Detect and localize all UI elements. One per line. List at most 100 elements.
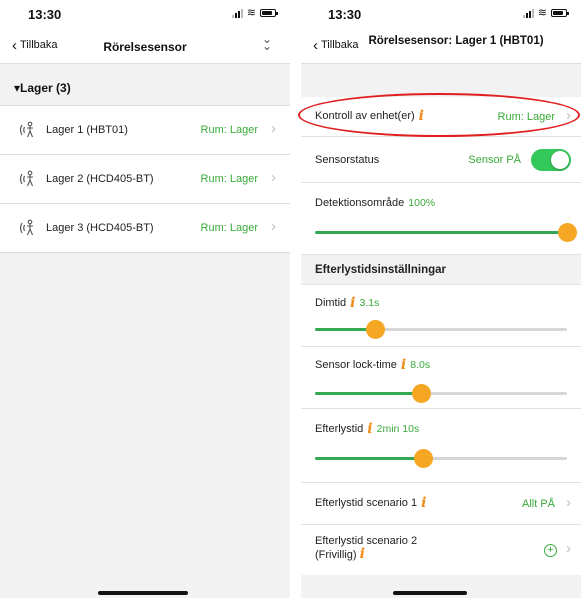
dimtid-text: Dimtid [315, 297, 347, 309]
slider-thumb[interactable] [558, 223, 577, 242]
info-icon[interactable]: i [367, 422, 372, 436]
info-icon[interactable]: i [419, 109, 424, 123]
dimtid-label: Dimtid i 3.1s [315, 296, 380, 310]
battery-icon [551, 9, 569, 17]
status-bar: 13:30 ≋ [0, 0, 290, 28]
signal-icon [522, 8, 534, 18]
page-title: Rörelsesensor [103, 40, 187, 54]
scenario2-row[interactable]: Efterlystid scenario 2 (Frivillig) i + › [301, 525, 581, 575]
scenario1-text: Efterlystid scenario 1 [315, 497, 418, 509]
scenario1-label: Efterlystid scenario 1 i [315, 496, 426, 510]
sensor-status-row: Sensorstatus Sensor PÅ [301, 137, 581, 183]
slider-fill [315, 392, 421, 395]
home-indicator[interactable] [393, 591, 467, 595]
device-room: Rum: Lager [200, 173, 258, 185]
dimtid-row: Dimtid i 3.1s [301, 285, 581, 347]
back-button[interactable]: ‹ Tillbaka [313, 36, 359, 54]
signal-icon [231, 8, 243, 18]
lock-time-slider[interactable] [315, 384, 567, 403]
slider-thumb[interactable] [414, 449, 434, 468]
device-list: Lager 1 (HBT01) Rum: Lager › Lager 2 (HC… [0, 106, 290, 253]
home-indicator[interactable] [98, 591, 188, 595]
status-bar: 13:30 ≋ [301, 0, 581, 28]
list-item[interactable]: Lager 2 (HCD405-BT) Rum: Lager › [0, 155, 290, 204]
dimtid-slider[interactable] [315, 320, 567, 339]
wifi-icon: ≋ [537, 7, 547, 19]
control-devices-text: Kontroll av enhet(er) [315, 110, 415, 122]
settings-list: Kontroll av enhet(er) i Rum: Lager › Sen… [301, 97, 581, 255]
afterglow-slider[interactable] [315, 449, 567, 468]
info-icon[interactable]: i [360, 546, 365, 562]
clock: 13:30 [328, 7, 362, 22]
device-room: Rum: Lager [200, 124, 258, 136]
system-icons: ≋ [231, 7, 278, 19]
chevron-right-icon: › [271, 218, 276, 235]
list-item[interactable]: Lager 3 (HCD405-BT) Rum: Lager › [0, 204, 290, 253]
slider-fill [315, 457, 424, 460]
afterglow-label: Efterlystid i 2min 10s [315, 422, 420, 436]
battery-icon [260, 9, 278, 17]
afterglow-text: Efterlystid [315, 423, 364, 435]
chevron-right-icon: › [566, 494, 571, 511]
sensor-status-value: Sensor PÅ [468, 154, 521, 166]
chevron-right-icon: › [271, 169, 276, 186]
chevron-right-icon: › [566, 540, 571, 557]
lock-time-row: Sensor lock-time i 8.0s [301, 347, 581, 409]
scenario2-label: Efterlystid scenario 2 (Frivillig) i [315, 535, 417, 562]
control-devices-value: Rum: Lager [497, 111, 555, 123]
slider-fill [315, 231, 567, 234]
chevron-right-icon: › [271, 120, 276, 137]
detection-range-label: Detektionsområde 100% [315, 197, 435, 209]
detection-range-row: Detektionsområde 100% [301, 183, 581, 255]
info-icon[interactable]: i [350, 296, 355, 310]
system-icons: ≋ [522, 7, 569, 19]
section-header: Efterlystidsinställningar [301, 255, 581, 285]
sensor-status-toggle[interactable] [531, 149, 571, 171]
collapse-all-icon[interactable]: ⌄ ⌄ [262, 33, 272, 52]
device-name: Lager 3 (HCD405-BT) [46, 222, 154, 234]
nav-bar: ‹ Tillbaka Rörelsesensor: Lager 1 (HBT01… [301, 28, 581, 64]
scenario2-text-line2: (Frivillig) [315, 549, 357, 561]
detection-range-text: Detektionsområde [315, 197, 405, 209]
info-icon[interactable]: i [401, 358, 406, 372]
scenario2-text-line1: Efterlystid scenario 2 [315, 535, 418, 547]
info-icon[interactable]: i [421, 496, 426, 510]
chevron-right-icon: › [566, 107, 571, 124]
sensor-status-label: Sensorstatus [315, 154, 380, 166]
section-title: Efterlystidsinställningar [315, 264, 447, 276]
control-devices-row[interactable]: Kontroll av enhet(er) i Rum: Lager › [301, 97, 581, 137]
afterglow-row: Efterlystid i 2min 10s [301, 409, 581, 483]
chevron-left-icon: ‹ [313, 36, 318, 54]
clock: 13:30 [28, 7, 62, 22]
add-circle-icon[interactable]: + [544, 544, 557, 557]
motion-sensor-icon [19, 170, 34, 187]
scenario1-value: Allt PÅ [521, 498, 555, 510]
detection-range-value: 100% [408, 197, 436, 209]
group-label: ▾Lager (3) [14, 81, 71, 95]
motion-sensor-icon [19, 219, 34, 236]
device-list-screen: 13:30 ≋ ‹ Tillbaka Rörelsesensor ⌄ ⌄ ▾Lag… [0, 0, 290, 598]
nav-bar: ‹ Tillbaka Rörelsesensor ⌄ ⌄ [0, 28, 290, 64]
device-name: Lager 2 (HCD405-BT) [46, 173, 154, 185]
wifi-icon: ≋ [246, 7, 256, 19]
slider-thumb[interactable] [411, 384, 431, 403]
detection-range-slider[interactable] [315, 223, 577, 242]
device-name: Lager 1 (HBT01) [46, 124, 128, 136]
back-label: Tillbaka [321, 39, 359, 51]
list-item[interactable]: Lager 1 (HBT01) Rum: Lager › [0, 106, 290, 155]
dimtid-value: 3.1s [359, 297, 380, 309]
page-title: Rörelsesensor: Lager 1 (HBT01) [368, 35, 544, 47]
control-devices-label: Kontroll av enhet(er) i [315, 109, 424, 123]
lock-time-label: Sensor lock-time i 8.0s [315, 358, 431, 372]
lock-time-value: 8.0s [410, 359, 431, 371]
slider-thumb[interactable] [366, 320, 386, 339]
scenario1-row[interactable]: Efterlystid scenario 1 i Allt PÅ › [301, 483, 581, 525]
device-room: Rum: Lager [200, 222, 258, 234]
group-header-lager[interactable]: ▾Lager (3) [0, 70, 290, 106]
afterglow-value: 2min 10s [376, 423, 420, 435]
motion-sensor-icon [19, 121, 34, 138]
lock-time-text: Sensor lock-time [315, 359, 397, 371]
sensor-settings-screen: 13:30 ≋ ‹ Tillbaka Rörelsesensor: Lager … [301, 0, 581, 598]
top-spacer [301, 64, 581, 97]
afterglow-settings: Dimtid i 3.1s Sensor lock-time i 8.0s Ef [301, 285, 581, 575]
